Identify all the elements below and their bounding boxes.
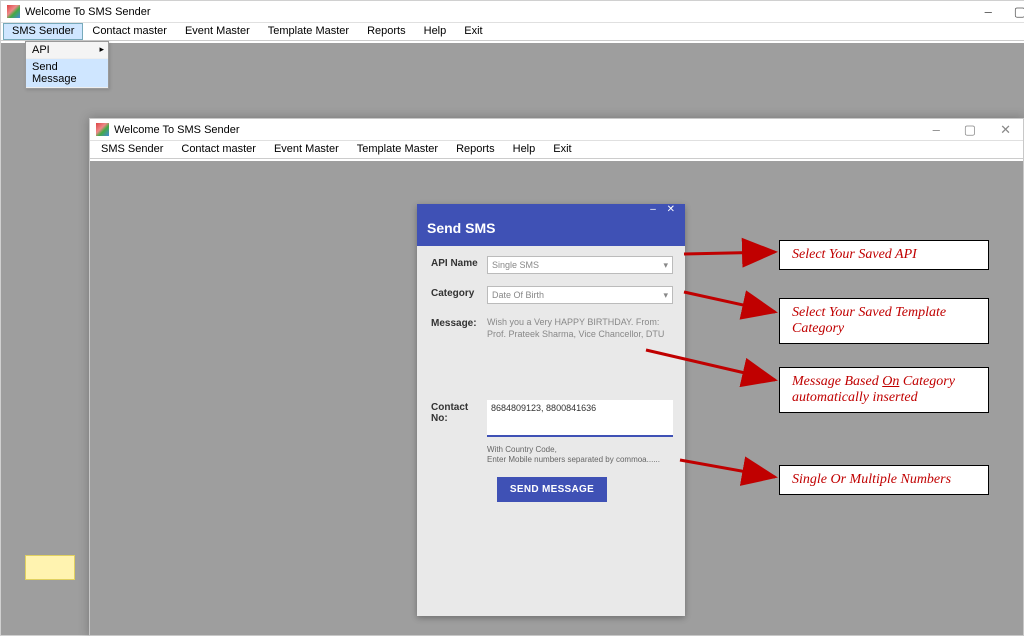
back-minimize-button[interactable]: –	[981, 1, 996, 23]
back-menu-reports[interactable]: Reports	[358, 23, 415, 40]
callout-api: Select Your Saved API	[779, 240, 989, 270]
back-maximize-button[interactable]: ▢	[1010, 1, 1024, 23]
front-title: Welcome To SMS Sender	[114, 119, 240, 141]
category-value: Date Of Birth	[492, 290, 544, 300]
back-menu-help[interactable]: Help	[415, 23, 456, 40]
front-minimize-button[interactable]: –	[929, 119, 944, 143]
api-name-value: Single SMS	[492, 260, 539, 270]
category-label: Category	[431, 286, 487, 304]
front-menu-help[interactable]: Help	[504, 141, 545, 158]
back-menu-template-master[interactable]: Template Master	[259, 23, 358, 40]
front-menu-event-master[interactable]: Event Master	[265, 141, 348, 158]
dropdown-send-message-label: Send Message	[32, 61, 77, 85]
back-titlebar: Welcome To SMS Sender – ▢ ✕	[1, 1, 1024, 23]
dialog-chrome: – ✕	[417, 204, 685, 216]
sms-sender-dropdown: API ▸ Send Message	[25, 41, 109, 89]
dropdown-caret-icon: ▾	[663, 290, 668, 301]
category-select[interactable]: Date Of Birth ▾	[487, 286, 673, 304]
callout-message: Message Based On Category automatically …	[779, 367, 989, 413]
back-menubar: SMS Sender Contact master Event Master T…	[1, 23, 1024, 41]
back-menu-contact-master[interactable]: Contact master	[83, 23, 176, 40]
app-icon	[7, 5, 20, 18]
app-icon	[96, 123, 109, 136]
back-title: Welcome To SMS Sender	[25, 1, 151, 23]
dropdown-api-label: API	[32, 44, 50, 56]
api-name-label: API Name	[431, 256, 487, 274]
contact-no-input[interactable]: 8684809123, 8800841636	[487, 400, 673, 437]
front-menu-contact-master[interactable]: Contact master	[172, 141, 265, 158]
front-menu-sms-sender[interactable]: SMS Sender	[92, 141, 172, 158]
front-titlebar: Welcome To SMS Sender – ▢ ✕	[90, 119, 1023, 141]
front-menu-reports[interactable]: Reports	[447, 141, 504, 158]
send-sms-form: API Name Single SMS ▾ Category Date Of B…	[417, 246, 685, 510]
api-name-select[interactable]: Single SMS ▾	[487, 256, 673, 274]
back-menu-exit[interactable]: Exit	[455, 23, 491, 40]
message-text: Wish you a Very HAPPY BIRTHDAY. From: Pr…	[487, 316, 673, 340]
front-menu-template-master[interactable]: Template Master	[348, 141, 447, 158]
dialog-window-controls[interactable]: – ✕	[650, 204, 679, 215]
back-menu-sms-sender[interactable]: SMS Sender	[3, 23, 83, 40]
callout-contact: Single Or Multiple Numbers	[779, 465, 989, 495]
send-sms-dialog: – ✕ Send SMS API Name Single SMS ▾ Categ…	[417, 204, 685, 616]
dialog-title: Send SMS	[417, 216, 685, 246]
yellow-note	[25, 555, 75, 580]
front-close-button[interactable]: ✕	[996, 119, 1015, 143]
submenu-arrow-icon: ▸	[99, 44, 104, 55]
front-maximize-button[interactable]: ▢	[960, 119, 980, 143]
dropdown-caret-icon: ▾	[663, 260, 668, 271]
contact-no-label: Contact No:	[431, 400, 487, 465]
front-menubar: SMS Sender Contact master Event Master T…	[90, 141, 1023, 159]
callout-category: Select Your Saved Template Category	[779, 298, 989, 344]
contact-helper-text: With Country Code, Enter Mobile numbers …	[487, 445, 673, 465]
dropdown-send-message-item[interactable]: Send Message	[26, 59, 108, 88]
dropdown-api-item[interactable]: API ▸	[26, 42, 108, 59]
message-label: Message:	[431, 316, 487, 340]
send-message-button[interactable]: SEND MESSAGE	[497, 477, 607, 502]
front-menu-exit[interactable]: Exit	[544, 141, 580, 158]
back-menu-event-master[interactable]: Event Master	[176, 23, 259, 40]
